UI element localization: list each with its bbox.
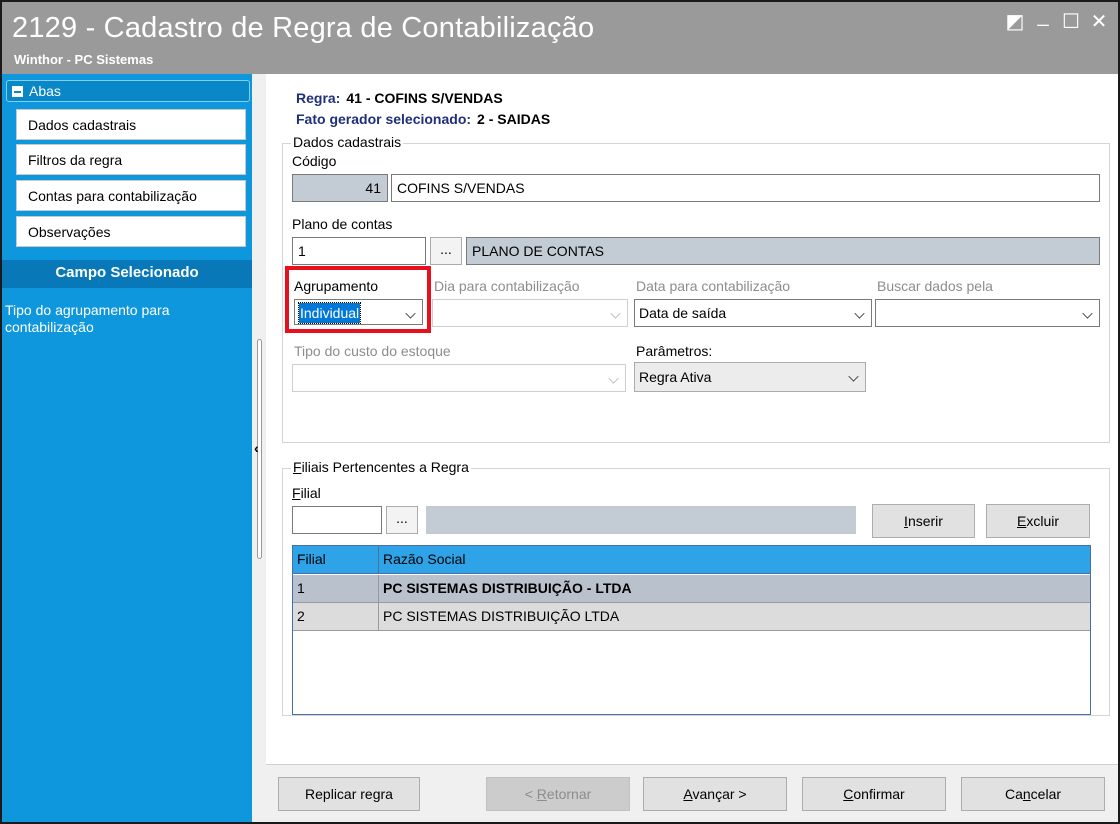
regra-value: 41 - COFINS S/VENDAS <box>346 90 503 106</box>
sidebar: Abas Dados cadastrais Filtros da regra C… <box>2 74 252 822</box>
plano-de-contas-search-button[interactable]: ... <box>430 237 462 265</box>
codigo-field[interactable]: 41 <box>292 174 388 202</box>
descricao-field[interactable]: COFINS S/VENDAS <box>391 174 1100 202</box>
parametros-value: Regra Ativa <box>639 369 712 385</box>
confirmar-button[interactable]: Confirmar <box>802 777 946 811</box>
codigo-label: Código <box>292 153 337 169</box>
regra-info: Regra: 41 - COFINS S/VENDAS <box>296 90 503 106</box>
chevron-down-icon <box>1082 308 1093 319</box>
close-icon[interactable]: ✕ <box>1088 12 1110 34</box>
dia-contabilizacao-select[interactable] <box>432 299 628 327</box>
buscar-dados-label: Buscar dados pela <box>877 278 993 294</box>
plano-de-contas-code-field[interactable]: 1 <box>292 237 426 265</box>
maximize-icon[interactable]: ☐ <box>1060 12 1082 34</box>
cell-razao-social: PC SISTEMAS DISTRIBUIÇÃO - LTDA <box>383 580 632 596</box>
parametros-select[interactable]: Regra Ativa <box>634 362 866 392</box>
fato-gerador-label: Fato gerador selecionado: <box>296 111 472 127</box>
dados-cadastrais-legend: Dados cadastrais <box>291 134 404 150</box>
campo-selecionado-description: Tipo do agrupamento para contabilização <box>5 302 170 335</box>
plano-de-contas-description-field: PLANO DE CONTAS <box>466 237 1100 265</box>
window-title: 2129 - Cadastro de Regra de Contabilizaç… <box>12 12 595 44</box>
sidebar-item-filtros-da-regra[interactable]: Filtros da regra <box>16 144 246 175</box>
panel-splitter[interactable]: ‹ <box>252 74 266 822</box>
data-contabilizacao-label: Data para contabilização <box>636 278 791 294</box>
excluir-button[interactable]: Excluir <box>986 504 1090 538</box>
title-bar: 2129 - Cadastro de Regra de Contabilizaç… <box>2 2 1118 74</box>
campo-selecionado-header: Campo Selecionado <box>2 260 252 288</box>
column-header-razao-social[interactable]: Razão Social <box>379 546 1079 574</box>
collapse-arrow-icon[interactable]: ‹ <box>254 440 259 456</box>
filiais-legend: Filiais Pertencentes a Regra <box>291 459 471 475</box>
restore-icon[interactable]: ◩ <box>1004 12 1026 34</box>
collapse-icon[interactable] <box>12 86 23 97</box>
inserir-button[interactable]: Inserir <box>872 504 975 538</box>
filiais-table: Filial Razão Social 1 PC SISTEMAS DISTRI… <box>292 545 1091 715</box>
tipo-custo-estoque-label: Tipo do custo do estoque <box>294 343 451 359</box>
abas-header[interactable]: Abas <box>6 80 250 102</box>
filiais-legend-text: iliais Pertencentes a Regra <box>301 459 469 475</box>
chevron-down-icon <box>608 373 619 384</box>
sidebar-item-observacoes[interactable]: Observações <box>16 216 246 247</box>
table-row[interactable]: 1 PC SISTEMAS DISTRIBUIÇÃO - LTDA <box>293 575 1090 603</box>
sidebar-item-dados-cadastrais[interactable]: Dados cadastrais <box>16 109 246 140</box>
chevron-down-icon <box>854 308 865 319</box>
avancar-button[interactable]: Avançar > <box>643 777 787 811</box>
buscar-dados-select[interactable] <box>875 299 1100 327</box>
filial-description-field <box>426 506 856 534</box>
minimize-icon[interactable]: _ <box>1032 6 1054 28</box>
filiais-legend-accesskey: F <box>293 459 302 475</box>
plano-de-contas-label: Plano de contas <box>292 216 393 232</box>
abas-label: Abas <box>29 83 61 99</box>
fato-gerador-value: 2 - SAIDAS <box>477 111 551 127</box>
cell-filial: 2 <box>293 603 379 631</box>
sidebar-item-contas-para-contabilizacao[interactable]: Contas para contabilização <box>16 180 246 211</box>
filial-search-button[interactable]: ... <box>386 506 418 534</box>
column-header-filial[interactable]: Filial <box>293 546 379 574</box>
cell-filial: 1 <box>293 575 379 603</box>
chevron-down-icon <box>610 308 621 319</box>
tipo-custo-estoque-select[interactable] <box>292 364 626 392</box>
table-row[interactable]: 2 PC SISTEMAS DISTRIBUIÇÃO LTDA <box>293 603 1090 631</box>
fato-gerador-info: Fato gerador selecionado: 2 - SAIDAS <box>296 111 550 127</box>
cancelar-button[interactable]: Cancelar <box>961 777 1105 811</box>
filial-code-field[interactable] <box>292 506 382 534</box>
chevron-down-icon <box>848 371 859 382</box>
filial-label: Filial <box>292 485 321 501</box>
data-contabilizacao-value: Data de saída <box>639 305 727 321</box>
replicar-regra-button[interactable]: Replicar regra <box>278 777 420 811</box>
dia-contabilizacao-label: Dia para contabilização <box>434 278 580 294</box>
regra-label: Regra: <box>296 90 341 106</box>
retornar-button[interactable]: < Retornar <box>486 777 630 811</box>
cell-razao-social: PC SISTEMAS DISTRIBUIÇÃO LTDA <box>383 608 620 624</box>
window-subtitle: Winthor - PC Sistemas <box>14 52 154 67</box>
agrupamento-highlight-box <box>285 266 431 333</box>
app-window: 2129 - Cadastro de Regra de Contabilizaç… <box>0 0 1120 824</box>
parametros-label: Parâmetros: <box>636 343 713 359</box>
data-contabilizacao-select[interactable]: Data de saída <box>634 299 872 327</box>
table-header: Filial Razão Social <box>293 546 1090 574</box>
